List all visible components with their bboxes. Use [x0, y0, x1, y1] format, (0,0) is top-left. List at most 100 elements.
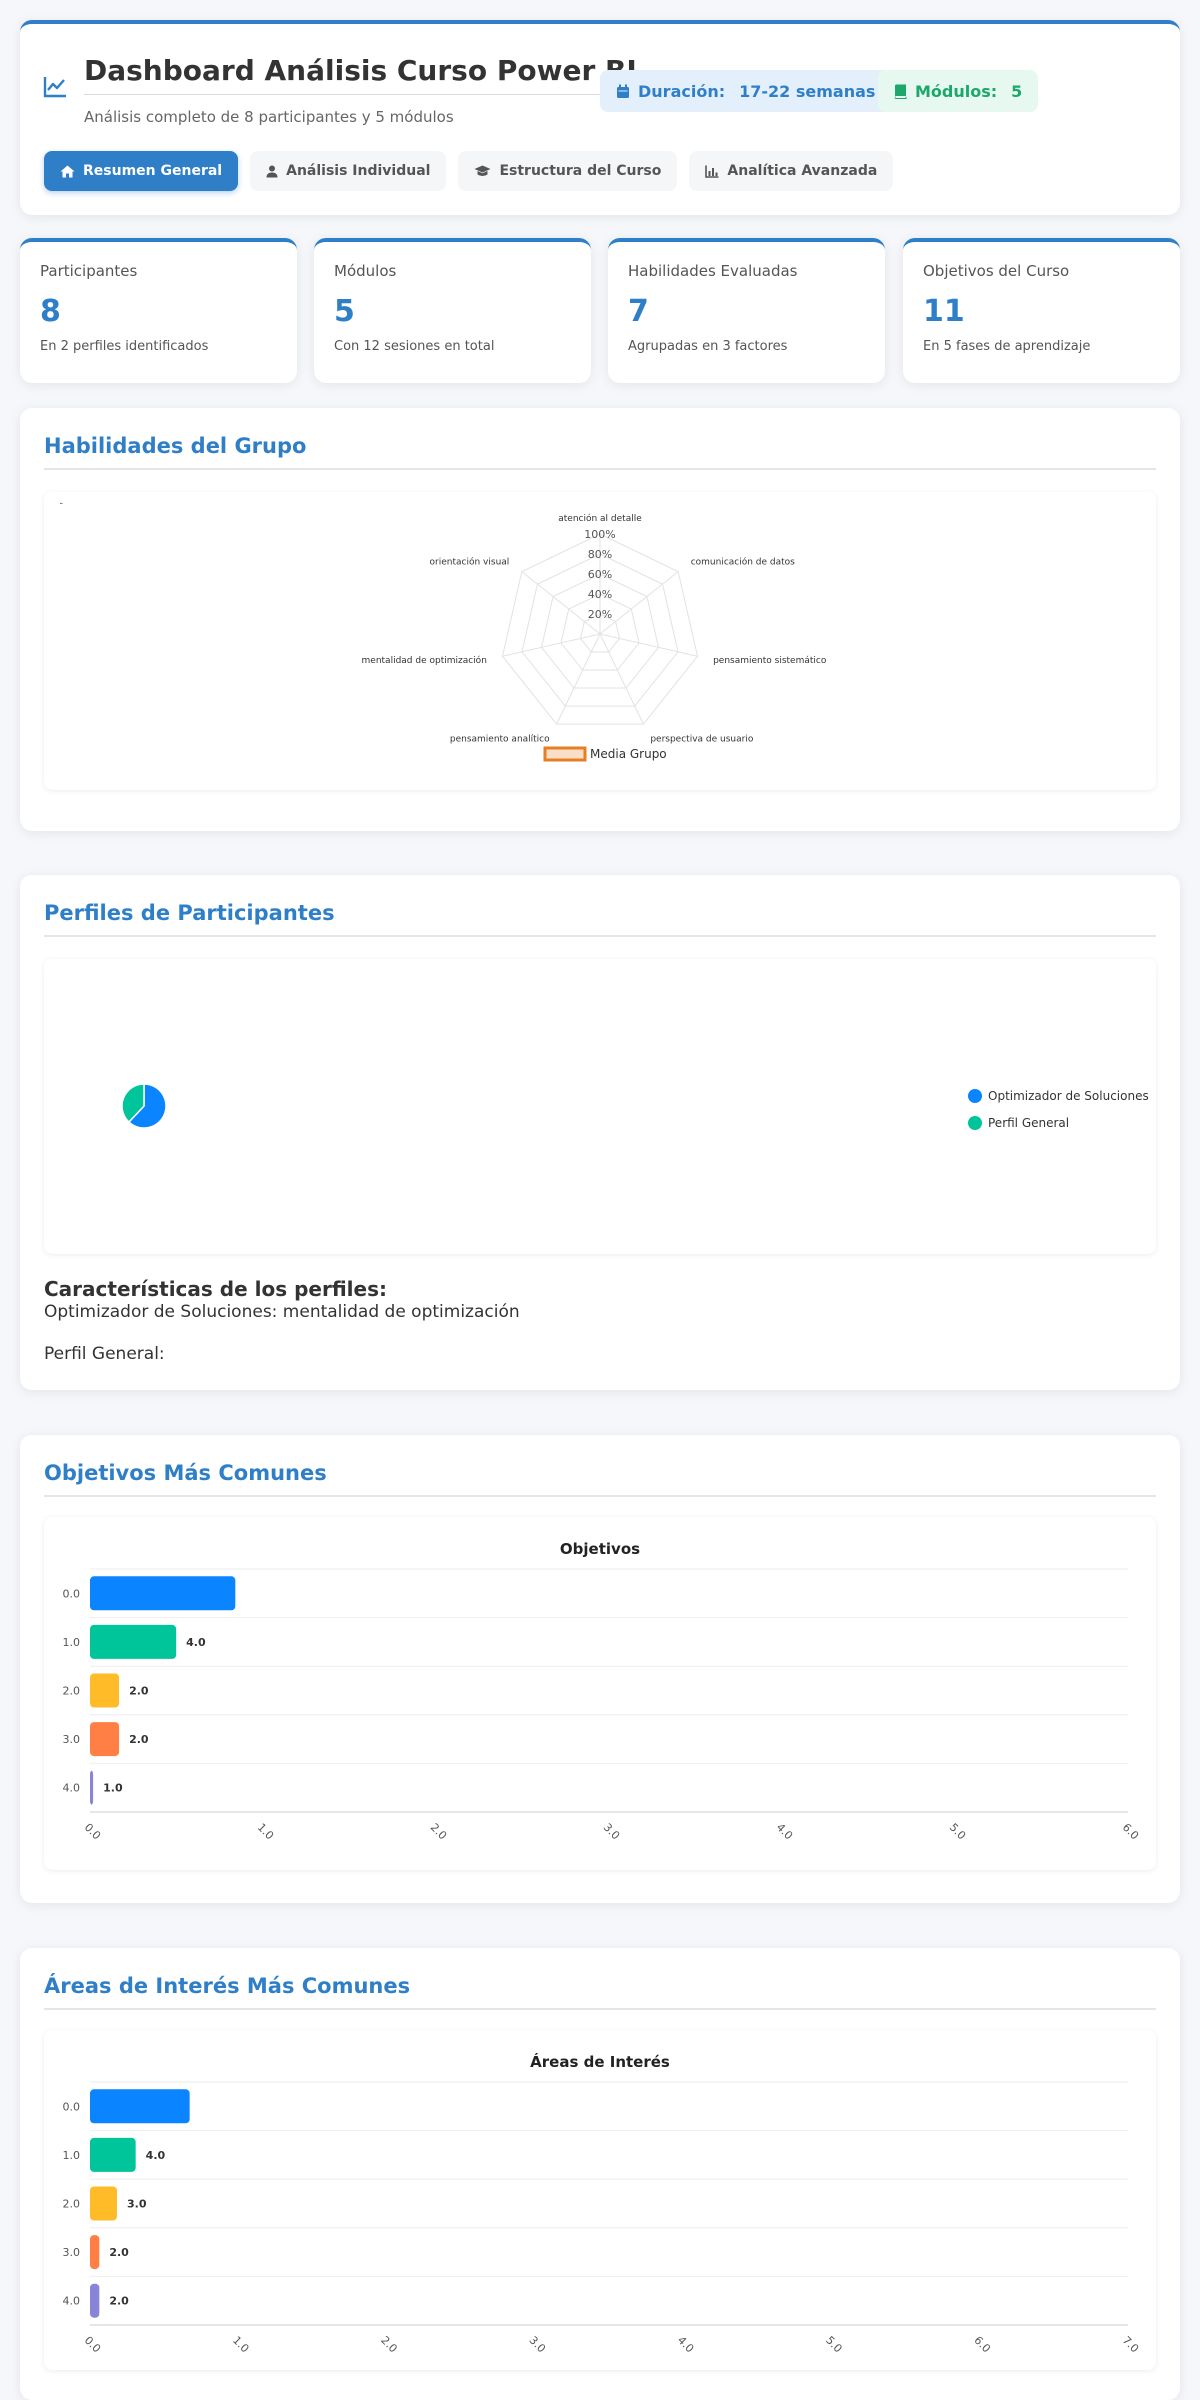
objectives-chart-container: Objetivos 0.0 1.0 4.0 2.0 2.0 3.0 2.0 4.0 1.0 0.0 1… — [44, 1517, 1156, 1870]
graduation-cap-icon — [474, 165, 491, 176]
stat-card-modules: Módulos 5 Con 12 sesiones en total — [314, 238, 591, 383]
bar-x-tick-label: 4.0 — [774, 1821, 796, 1843]
profile-description: Optimizador de Soluciones: mentalidad de… — [44, 1302, 520, 1322]
duration-label: Duración: — [638, 81, 726, 101]
stat-card-skills: Habilidades Evaluadas 7 Agrupadas en 3 f… — [608, 238, 885, 383]
modules-value: 5 — [1011, 81, 1023, 101]
bar-category-label: 2.0 — [63, 2198, 81, 2211]
bar-value-label: 2.0 — [109, 2246, 129, 2259]
pie-legend-label: Perfil General — [988, 1116, 1069, 1130]
bar — [90, 1770, 94, 1805]
stat-label: Participantes — [40, 262, 138, 280]
bar-chart-title: Áreas de Interés — [530, 2052, 670, 2071]
bar — [90, 1624, 177, 1659]
tab-analitica-avanzada[interactable]: Analítica Avanzada — [689, 151, 894, 191]
bar-chart-icon — [705, 165, 719, 178]
stat-value: 5 — [334, 294, 355, 329]
stat-description: En 5 fases de aprendizaje — [923, 339, 1091, 354]
bar-x-tick-label: 3.0 — [601, 1821, 623, 1843]
bar-value-label: 4.0 — [146, 2149, 166, 2162]
page-title: Dashboard Análisis Curso Power BI — [84, 54, 637, 95]
page-subtitle: Análisis completo de 8 participantes y 5… — [84, 108, 454, 126]
bar-category-label: 4.0 — [63, 1782, 81, 1795]
bar-x-tick-label: 5.0 — [947, 1821, 969, 1843]
bar-category-label: 3.0 — [63, 1733, 81, 1746]
stat-description: Agrupadas en 3 factores — [628, 339, 788, 354]
bar-x-tick-label: 6.0 — [1120, 1821, 1142, 1843]
stat-label: Objetivos del Curso — [923, 262, 1070, 280]
bar — [90, 1576, 236, 1611]
section-title: Habilidades del Grupo — [44, 434, 1156, 470]
stat-label: Habilidades Evaluadas — [628, 262, 798, 280]
tab-estructura-del-curso[interactable]: Estructura del Curso — [458, 151, 678, 191]
profiles-characteristics-heading: Características de los perfiles: — [44, 1277, 387, 1301]
stat-value: 11 — [923, 294, 965, 329]
stat-card-participants: Participantes 8 En 2 perfiles identifica… — [20, 238, 297, 383]
stat-value: 7 — [628, 294, 649, 329]
stat-description: En 2 perfiles identificados — [40, 339, 209, 354]
bar — [90, 1722, 120, 1757]
bar-category-label: 1.0 — [63, 2149, 81, 2162]
bar-x-tick-label: 7.0 — [1120, 2334, 1142, 2356]
radar-tick-label: 100% — [584, 528, 615, 541]
radar-axis-label: perspectiva de usuario — [650, 735, 753, 745]
stat-card-objectives: Objetivos del Curso 11 En 5 fases de apr… — [903, 238, 1180, 383]
tab-resumen-general[interactable]: Resumen General — [44, 151, 239, 191]
bar — [90, 1673, 120, 1708]
radar-axis-label: mentalidad de optimización — [362, 655, 487, 666]
bar-value-label: 2.0 — [129, 1733, 149, 1746]
bar-category-label: 1.0 — [63, 1636, 81, 1649]
user-icon — [266, 165, 278, 177]
radar-tick-label: 80% — [588, 548, 612, 561]
pie-legend-marker — [968, 1089, 982, 1103]
bar-x-tick-label: 4.0 — [675, 2334, 697, 2356]
pie-legend-label: Optimizador de Soluciones — [988, 1089, 1149, 1103]
bar-value-label: 4.0 — [186, 1636, 206, 1649]
skills-section: Habilidades del Grupo atención al detall… — [20, 408, 1180, 831]
bar-value-label: 2.0 — [129, 1685, 149, 1698]
bar-x-tick-label: 0.0 — [82, 2334, 104, 2356]
bar-chart-title: Objetivos — [560, 1540, 640, 1558]
bar-value-label: 1.0 — [103, 1782, 123, 1795]
bar-category-label: 3.0 — [63, 2246, 81, 2259]
bar — [90, 2283, 100, 2318]
bar-x-tick-label: 1.0 — [230, 2334, 252, 2356]
bar-value-label: 3.0 — [127, 2198, 147, 2211]
book-icon — [894, 84, 907, 99]
duration-badge: Duración: 17-22 semanas — [600, 70, 892, 112]
duration-value: 17-22 semanas — [739, 81, 876, 101]
bar-value-label: 2.0 — [109, 2295, 129, 2308]
interests-section: Áreas de Interés Más Comunes Áreas de In… — [20, 1948, 1180, 2400]
bar-category-label: 0.0 — [63, 2100, 81, 2113]
bar-x-tick-label: 1.0 — [255, 1821, 277, 1843]
interests-bar-chart: Áreas de Interés 0.0 1.0 4.0 2.0 3.0 3.0 2.0 4.0… — [63, 2052, 1142, 2356]
tab-label: Estructura del Curso — [499, 163, 662, 179]
pie-chart-container: Optimizador de Soluciones Perfil General — [44, 959, 1156, 1254]
tab-analisis-individual[interactable]: Análisis Individual — [250, 151, 447, 191]
radar-tick-label: 40% — [588, 588, 612, 601]
dashboard-header: Dashboard Análisis Curso Power BI Anális… — [20, 20, 1180, 215]
radar-legend-label: Media Grupo — [590, 747, 667, 761]
radar-spoke — [556, 633, 601, 725]
bar-x-tick-label: 3.0 — [527, 2334, 549, 2356]
radar-tick-label: 20% — [588, 608, 612, 621]
tab-label: Resumen General — [83, 163, 223, 179]
calendar-icon — [617, 84, 629, 98]
radar-axis-label: atención al detalle — [558, 513, 642, 524]
radar-tick-label: 60% — [588, 568, 612, 581]
bar — [90, 2089, 190, 2124]
radar-axis-label: pensamiento analítico — [450, 735, 550, 745]
pie-legend-marker — [968, 1116, 982, 1130]
pie-chart: Optimizador de Soluciones Perfil General — [121, 1083, 1149, 1130]
interests-chart-container: Áreas de Interés 0.0 1.0 4.0 2.0 3.0 3.0 2.0 4.0… — [44, 2030, 1156, 2370]
modules-badge: Módulos: 5 — [878, 70, 1039, 112]
home-icon — [60, 165, 75, 177]
bar-x-tick-label: 2.0 — [428, 1821, 450, 1843]
stat-value: 8 — [40, 294, 61, 329]
tab-bar: Resumen General Análisis Individual Estr… — [44, 151, 894, 191]
radar-spoke — [599, 633, 644, 725]
stat-description: Con 12 sesiones en total — [334, 339, 495, 354]
objectives-bar-chart: Objetivos 0.0 1.0 4.0 2.0 2.0 3.0 2.0 4.0 1.0 0.0 1… — [63, 1540, 1142, 1843]
section-title: Perfiles de Participantes — [44, 901, 1156, 937]
radar-corner-glyph: ˘ — [59, 502, 64, 513]
